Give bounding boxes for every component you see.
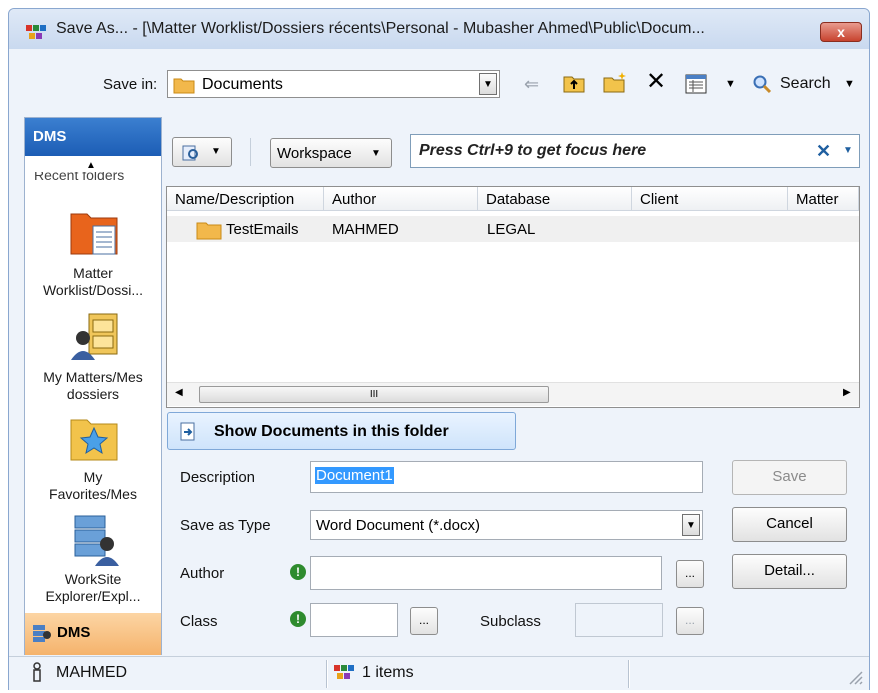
author-browse-button[interactable]: ...	[676, 560, 704, 588]
workspace-scope-label: Workspace	[277, 145, 352, 162]
show-documents-button[interactable]: Show Documents in this folder	[167, 412, 516, 450]
status-bar	[9, 656, 869, 690]
worksite-explorer-icon	[74, 515, 119, 566]
author-label: Author	[180, 565, 225, 582]
up-folder-icon[interactable]	[562, 72, 586, 94]
status-user: MAHMED	[56, 664, 128, 681]
app-icon	[26, 25, 46, 39]
sidebar-header: DMS	[25, 118, 161, 156]
row-name: TestEmails	[226, 221, 299, 238]
horizontal-scrollbar[interactable]: ◀ III ▶	[167, 382, 859, 406]
column-header-name[interactable]: Name/Description	[167, 187, 324, 211]
chevron-down-icon: ▼	[211, 146, 221, 157]
dms-icon	[33, 625, 51, 642]
sidebar-footer-label: DMS	[57, 624, 91, 641]
column-header-matter[interactable]: Matter	[788, 187, 859, 211]
required-icon: !	[290, 611, 306, 627]
folder-icon	[196, 222, 222, 240]
scroll-left-icon[interactable]: ◀	[175, 387, 183, 398]
user-icon	[33, 662, 41, 682]
detail-button[interactable]: Detail...	[732, 554, 847, 589]
folder-icon	[173, 78, 195, 94]
search-placeholder: Press Ctrl+9 to get focus here	[419, 142, 647, 159]
chevron-down-icon[interactable]: ▼	[843, 145, 853, 156]
sidebar-clipped-item: Recent folders	[34, 172, 125, 180]
subclass-field	[575, 603, 663, 637]
subclass-label: Subclass	[480, 613, 541, 630]
scroll-right-icon[interactable]: ▶	[843, 387, 851, 398]
show-documents-label: Show Documents in this folder	[214, 423, 449, 440]
status-divider	[628, 660, 630, 688]
resize-grip-icon[interactable]	[846, 668, 864, 686]
my-favorites-icon	[70, 419, 118, 461]
cancel-button[interactable]: Cancel	[732, 507, 847, 542]
class-browse-button[interactable]: ...	[410, 607, 438, 635]
author-field[interactable]	[310, 556, 662, 590]
search-chevron-icon: ▼	[844, 78, 855, 90]
description-value: Document1	[315, 467, 394, 484]
search-icon	[753, 75, 772, 94]
items-icon	[334, 665, 354, 679]
column-header-client[interactable]: Client	[632, 187, 788, 211]
workspace-scope-button[interactable]: Workspace ▼	[270, 138, 392, 168]
save-as-type-dropdown[interactable]: Word Document (*.docx) ▼	[310, 510, 703, 540]
save-as-type-value: Word Document (*.docx)	[316, 517, 480, 534]
back-arrow-icon[interactable]: ⇐	[524, 74, 539, 95]
class-field[interactable]	[310, 603, 398, 637]
new-folder-icon[interactable]	[602, 70, 628, 94]
save-in-label: Save in:	[103, 76, 158, 93]
matter-worklist-icon	[70, 213, 118, 255]
sidebar-item-label: My Favorites/Mes	[49, 469, 137, 502]
class-label: Class	[180, 613, 218, 630]
search-button[interactable]: Search ▼	[750, 72, 858, 96]
chevron-down-icon: ▼	[371, 148, 381, 159]
sidebar-item-label: Matter Worklist/Dossi...	[42, 265, 144, 298]
status-items: 1 items	[362, 664, 414, 681]
save-in-dropdown[interactable]: Documents ▼	[167, 70, 500, 98]
document-arrow-icon	[180, 422, 195, 441]
toolbar-divider	[250, 138, 251, 166]
sidebar-footer-dms[interactable]: DMS	[25, 613, 161, 655]
clear-icon[interactable]: ✕	[816, 141, 831, 162]
status-divider	[326, 660, 328, 688]
column-header-database[interactable]: Database	[478, 187, 632, 211]
close-button[interactable]: x	[820, 22, 862, 42]
row-database: LEGAL	[487, 221, 536, 238]
chevron-down-icon[interactable]: ▼	[682, 514, 700, 536]
source-icon	[182, 145, 198, 161]
save-button[interactable]: Save	[732, 460, 847, 495]
row-author: MAHMED	[332, 221, 399, 238]
column-header-author[interactable]: Author	[324, 187, 478, 211]
save-as-type-label: Save as Type	[180, 517, 271, 534]
scroll-thumb[interactable]: III	[199, 386, 549, 403]
search-input[interactable]: Press Ctrl+9 to get focus here ✕ ▼	[410, 134, 860, 168]
source-selector-button[interactable]: ▼	[172, 137, 232, 167]
scroll-up-icon[interactable]: ▲	[86, 160, 96, 171]
description-field[interactable]: Document1	[310, 461, 703, 493]
delete-icon[interactable]: ✕	[646, 70, 666, 94]
search-label: Search	[780, 75, 831, 92]
view-chevron-icon[interactable]: ▼	[725, 78, 736, 90]
window-title: Save As... - [\Matter Worklist/Dossiers …	[56, 20, 705, 37]
sidebar-item-label: My Matters/Mes dossiers	[43, 369, 143, 402]
sidebar-item-label: WorkSite Explorer/Expl...	[45, 571, 141, 604]
view-menu-icon[interactable]	[685, 74, 707, 94]
save-in-value: Documents	[202, 76, 283, 93]
my-matters-icon	[71, 313, 118, 360]
description-label: Description	[180, 469, 256, 486]
subclass-browse-button: ...	[676, 607, 704, 635]
chevron-down-icon[interactable]: ▼	[479, 73, 497, 95]
required-icon: !	[290, 564, 306, 580]
